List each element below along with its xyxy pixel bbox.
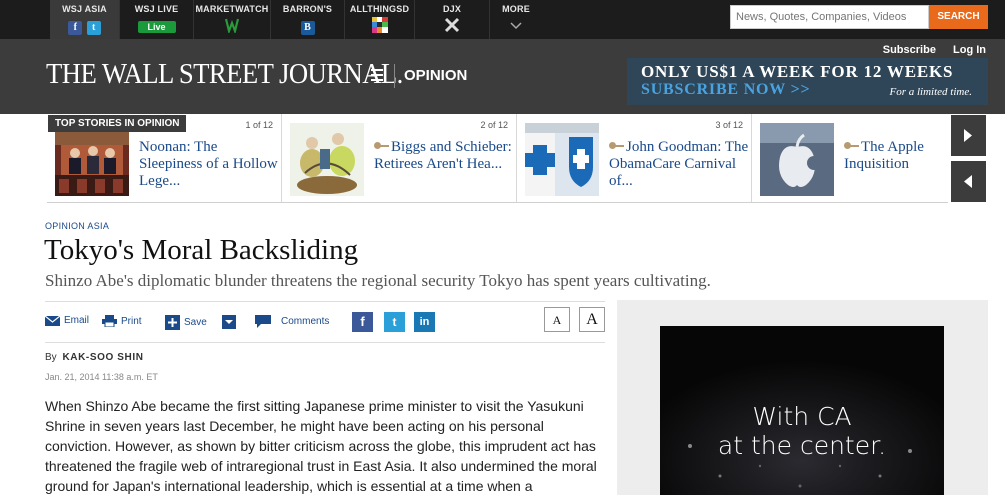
chevron-left-icon (964, 175, 972, 188)
section-title[interactable]: OPINION (404, 67, 467, 84)
facebook-twitter-icon: f t (68, 17, 101, 35)
story-card[interactable]: 2 of 12 Biggs and Schieber: Retirees Are… (282, 114, 517, 202)
search-button[interactable]: SEARCH (929, 5, 988, 29)
story-headline-text: John Goodman: The ObamaCare Carnival of.… (609, 139, 749, 189)
barrons-icon: B (300, 21, 315, 35)
search-field[interactable] (730, 5, 929, 29)
story-headline[interactable]: John Goodman: The ObamaCare Carnival of.… (609, 139, 749, 190)
printer-icon (102, 315, 117, 327)
byline: By KAK-SOO SHIN (45, 352, 144, 363)
article-date: Jan. 21, 2014 11:38 a.m. ET (45, 372, 158, 382)
network-label: BARRON'S (282, 4, 333, 14)
promo-line: ONLY US$1 A WEEK FOR 12 WEEKS (641, 62, 954, 81)
live-badge: Live (137, 21, 176, 33)
ad-line: With CA (752, 402, 852, 431)
chevron-right-icon (964, 129, 972, 142)
previous-story-button[interactable] (951, 161, 986, 202)
key-icon (609, 142, 624, 149)
comments-button[interactable]: Comments (255, 315, 329, 328)
subscribe-link[interactable]: Subscribe (883, 44, 936, 56)
author-link[interactable]: KAK-SOO SHIN (62, 352, 143, 363)
marketwatch-icon (224, 17, 240, 38)
network-label: WSJ LIVE (134, 4, 179, 14)
allthingsd-icon (371, 17, 388, 38)
article-toolbar: Email Print Save Comments f t in (45, 312, 610, 334)
email-button[interactable]: Email (45, 315, 89, 326)
divider (394, 64, 395, 88)
menu-icon[interactable] (371, 69, 383, 81)
twitter-share-icon[interactable]: t (384, 312, 405, 332)
login-link[interactable]: Log In (953, 44, 986, 56)
story-thumbnail (55, 123, 129, 196)
key-icon (374, 142, 389, 149)
story-count: 1 of 12 (245, 120, 273, 130)
chevron-down-icon (510, 17, 522, 35)
wsj-logo[interactable]: THE WALL STREET JOURNAL. (46, 58, 403, 91)
ad-line: at the center. (717, 431, 887, 460)
story-card[interactable]: 3 of 12 John Goodman: The ObamaCare Carn… (517, 114, 752, 202)
network-more[interactable]: MORE (490, 0, 542, 39)
story-thumbnail (290, 123, 364, 196)
subscribe-promo[interactable]: ONLY US$1 A WEEK FOR 12 WEEKS SUBSCRIBE … (627, 58, 988, 105)
byline-prefix: By (45, 352, 57, 363)
key-icon (844, 142, 859, 149)
save-dropdown-button[interactable] (222, 315, 240, 329)
print-button[interactable]: Print (102, 315, 142, 327)
plus-icon (165, 315, 180, 330)
font-size-large-button[interactable]: A (579, 307, 605, 332)
story-headline[interactable]: Biggs and Schieber: Retirees Aren't Hea.… (374, 139, 514, 173)
divider (45, 301, 605, 302)
save-label: Save (184, 317, 207, 328)
network-label: DJX (442, 4, 462, 14)
network-wsj-live[interactable]: WSJ LIVE Live (120, 0, 194, 39)
account-links: Subscribe Log In (869, 44, 986, 56)
envelope-icon (45, 315, 60, 326)
article-body: When Shinzo Abe became the first sitting… (45, 398, 597, 494)
story-count: 2 of 12 (480, 120, 508, 130)
article-kicker[interactable]: OPINION ASIA (45, 221, 109, 231)
search-input[interactable] (731, 6, 928, 28)
chevron-down-icon (222, 315, 236, 329)
network-label: ALLTHINGSD (349, 4, 410, 14)
article-dek: Shinzo Abe's diplomatic blunder threaten… (45, 271, 711, 290)
ad-headline: With CA at the center. (660, 402, 944, 460)
story-count: 3 of 12 (715, 120, 743, 130)
network-wsj-asia[interactable]: WSJ ASIA f t (50, 0, 120, 39)
comment-icon (255, 315, 271, 328)
network-allthingsd[interactable]: ALLTHINGSD (345, 0, 415, 39)
network-label: MORE (502, 4, 530, 14)
linkedin-share-icon[interactable]: in (414, 312, 435, 332)
djx-icon (444, 17, 460, 38)
story-thumbnail (525, 123, 599, 196)
network-label: MARKETWATCH (195, 4, 269, 14)
divider (45, 342, 605, 343)
promo-note: For a limited time. (889, 86, 973, 98)
story-card[interactable]: The Apple Inquisition (752, 114, 948, 202)
email-label: Email (64, 315, 90, 326)
article-headline: Tokyo's Moral Backsliding (44, 234, 359, 266)
network-djx[interactable]: DJX (415, 0, 490, 39)
network-bar: WSJ ASIA f t WSJ LIVE Live MARKETWATCH B… (0, 0, 1005, 39)
top-stories-tab: TOP STORIES IN OPINION (48, 115, 187, 132)
font-size-small-button[interactable]: A (544, 307, 570, 332)
print-label: Print (121, 315, 142, 327)
comments-label: Comments (281, 316, 330, 327)
story-headline-text: Biggs and Schieber: Retirees Aren't Hea.… (374, 139, 512, 172)
facebook-share-icon[interactable]: f (352, 312, 373, 332)
network-label: WSJ ASIA (62, 4, 107, 14)
network-marketwatch[interactable]: MARKETWATCH (194, 0, 271, 39)
story-headline[interactable]: Noonan: The Sleepiness of a Hollow Lege.… (139, 139, 279, 190)
network-barrons[interactable]: BARRON'S B (271, 0, 345, 39)
ad-banner[interactable]: With CA at the center. (660, 326, 944, 495)
story-thumbnail (760, 123, 834, 196)
next-story-button[interactable] (951, 115, 986, 156)
save-button[interactable]: Save (165, 315, 207, 330)
masthead: Subscribe Log In THE WALL STREET JOURNAL… (0, 39, 1005, 114)
